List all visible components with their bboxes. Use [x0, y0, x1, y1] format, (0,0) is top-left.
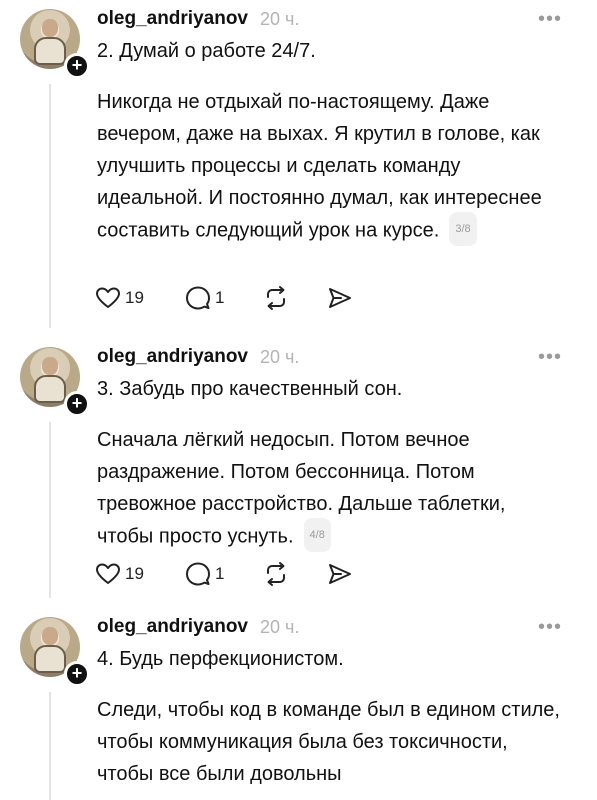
follow-plus-icon[interactable]: + — [64, 391, 90, 417]
post-text: Следи, чтобы код в команде был в едином … — [97, 699, 560, 785]
like-button[interactable]: 19 — [95, 284, 144, 312]
like-count: 19 — [125, 564, 144, 583]
repost-button[interactable] — [262, 284, 290, 312]
post-body: Никогда не отдыхай по-настоящему. Даже в… — [97, 86, 567, 248]
reply-count: 1 — [215, 564, 225, 583]
follow-plus-icon[interactable]: + — [64, 661, 90, 687]
post-body: Сначала лёгкий недосып. Потом вечное раз… — [97, 424, 567, 554]
heart-icon — [96, 563, 120, 584]
like-button[interactable]: 19 — [95, 560, 144, 588]
post-body: Следи, чтобы код в команде был в едином … — [97, 694, 567, 790]
follow-plus-icon[interactable]: + — [64, 53, 90, 79]
post: + oleg_andriyanov 20 ч. ••• 3. Забудь пр… — [0, 338, 597, 608]
thread-line — [49, 692, 51, 800]
username[interactable]: oleg_andriyanov — [97, 346, 248, 368]
avatar-face — [42, 627, 58, 645]
avatar[interactable]: + — [20, 9, 90, 79]
timestamp: 20 ч. — [260, 9, 300, 29]
comment-icon — [186, 562, 210, 586]
timestamp: 20 ч. — [260, 617, 300, 637]
post: + oleg_andriyanov 20 ч. ••• 4. Будь перф… — [0, 608, 597, 800]
post-heading: 3. Забудь про качественный сон. — [97, 378, 403, 400]
post-heading: 4. Будь перфекционистом. — [97, 648, 344, 670]
share-button[interactable] — [327, 284, 353, 312]
thread-pager: 3/8 — [449, 212, 477, 246]
share-icon — [329, 564, 351, 584]
avatar[interactable]: + — [20, 617, 90, 687]
post-actions: 19 1 — [95, 284, 355, 312]
avatar-body — [34, 645, 66, 673]
avatar-body — [34, 37, 66, 65]
post: + oleg_andriyanov 20 ч. ••• 2. Думай о р… — [0, 0, 597, 338]
more-icon[interactable]: ••• — [538, 8, 562, 31]
like-count: 19 — [125, 288, 144, 307]
thread-line — [49, 422, 51, 598]
avatar-face — [42, 19, 58, 37]
more-icon[interactable]: ••• — [538, 346, 562, 369]
share-button[interactable] — [327, 560, 353, 588]
repost-icon — [267, 286, 285, 310]
thread-feed: + oleg_andriyanov 20 ч. ••• 2. Думай о р… — [0, 0, 597, 800]
post-text: Сначала лёгкий недосып. Потом вечное раз… — [97, 429, 506, 548]
heart-icon — [96, 287, 120, 308]
username[interactable]: oleg_andriyanov — [97, 8, 248, 30]
thread-line — [49, 84, 51, 328]
repost-button[interactable] — [262, 560, 290, 588]
reply-count: 1 — [215, 288, 225, 307]
timestamp: 20 ч. — [260, 347, 300, 367]
post-heading: 2. Думай о работе 24/7. — [97, 40, 316, 62]
avatar[interactable]: + — [20, 347, 90, 417]
avatar-face — [42, 357, 58, 375]
thread-pager: 4/8 — [303, 518, 331, 552]
repost-icon — [267, 562, 285, 586]
reply-button[interactable]: 1 — [185, 284, 224, 312]
share-icon — [329, 288, 351, 308]
username[interactable]: oleg_andriyanov — [97, 616, 248, 638]
comment-icon — [186, 286, 210, 310]
more-icon[interactable]: ••• — [538, 616, 562, 639]
avatar-body — [34, 375, 66, 403]
post-actions: 19 1 — [95, 560, 355, 588]
reply-button[interactable]: 1 — [185, 560, 224, 588]
